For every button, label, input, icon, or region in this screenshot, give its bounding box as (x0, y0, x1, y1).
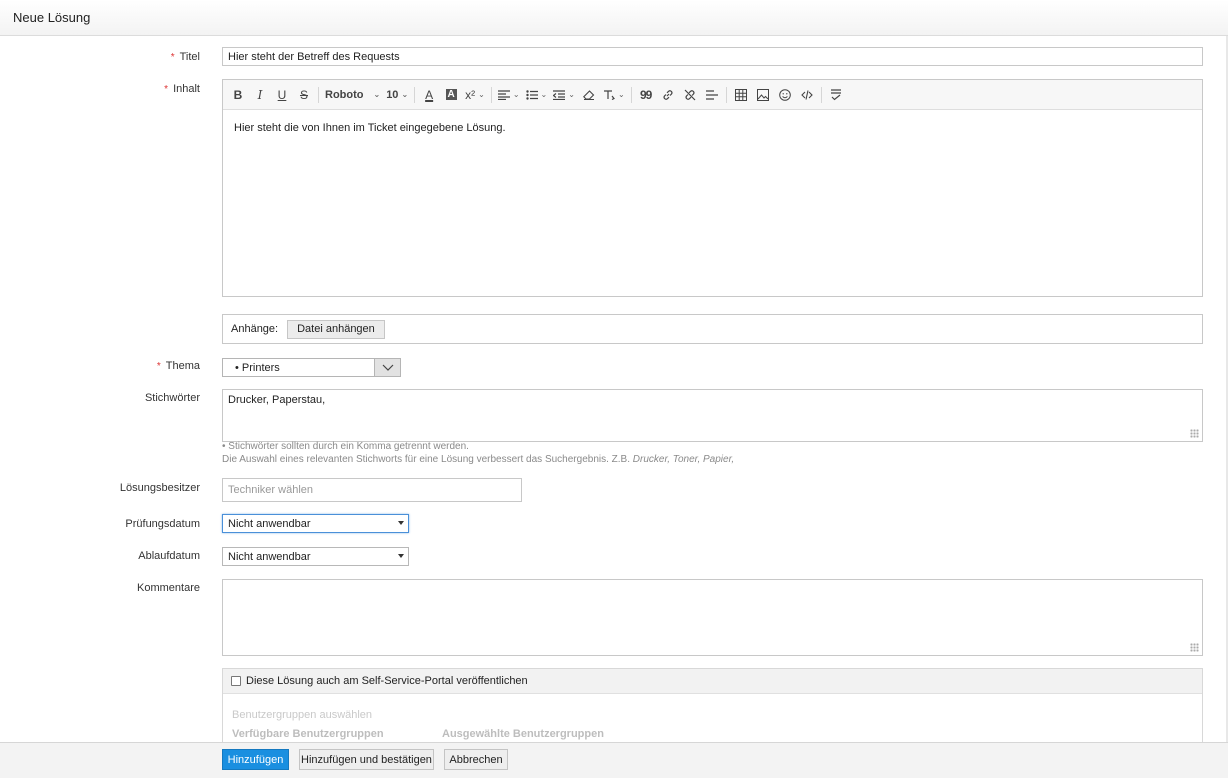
table-icon (734, 88, 747, 101)
toolbar-separator (414, 86, 416, 103)
cancel-button[interactable]: Abbrechen (444, 749, 508, 770)
dialog-title: Neue Lösung (13, 10, 91, 25)
caret-down-icon (398, 554, 404, 558)
quote-button[interactable]: 99 (635, 84, 657, 106)
required-marker: * (164, 84, 169, 95)
keywords-textarea[interactable]: Drucker, Paperstau, (222, 389, 1203, 442)
chevron-down-icon: ⌄ (617, 90, 625, 99)
unlink-icon (684, 89, 696, 100)
add-and-approve-button[interactable]: Hinzufügen und bestätigen (299, 749, 434, 770)
review-date-select[interactable]: Nicht anwendbar (222, 514, 409, 533)
font-size-select[interactable]: 10 ⌄ (383, 84, 411, 106)
owner-label: Lösungsbesitzer (119, 482, 200, 494)
editor-toolbar: B I U S Roboto ⌄ 10 ⌄ A A x² ⌄ ⌄ ⌄ ⌄ ⌄ 9… (223, 80, 1202, 110)
toolbar-separator (490, 86, 492, 103)
link-icon (663, 89, 673, 100)
font-color-button[interactable]: A (418, 84, 440, 106)
horizontal-rule-button[interactable] (701, 84, 723, 106)
review-date-label: Prüfungsdatum (125, 518, 200, 530)
owner-input[interactable]: Techniker wählen (222, 478, 522, 502)
comments-label: Kommentare (137, 582, 200, 594)
toolbar-separator (318, 86, 319, 103)
link-button[interactable] (657, 84, 679, 106)
image-icon (756, 88, 769, 101)
text-height-icon (603, 89, 615, 100)
title-input[interactable]: Hier steht der Betreff des Requests (222, 47, 1203, 66)
resize-grip-icon[interactable] (1190, 643, 1199, 652)
add-button[interactable]: Hinzufügen (222, 749, 289, 770)
available-groups-label: Verfügbare Benutzergruppen (232, 728, 384, 740)
editor-content[interactable]: Hier steht die von Ihnen im Ticket einge… (223, 110, 1202, 146)
list-button[interactable]: ⌄ (523, 84, 551, 106)
usergroups-label: Benutzergruppen auswählen (232, 709, 373, 721)
chevron-down-icon: ⌄ (478, 90, 485, 99)
emoji-button[interactable] (774, 84, 796, 106)
clear-format-button[interactable] (578, 84, 600, 106)
required-marker: * (170, 52, 175, 63)
chevron-down-icon: ⌄ (512, 90, 520, 99)
superscript-button[interactable]: x² ⌄ (462, 84, 488, 106)
publish-header: Diese Lösung auch am Self-Service-Portal… (223, 669, 1202, 694)
bullet-list-icon (525, 89, 538, 100)
rich-text-editor: B I U S Roboto ⌄ 10 ⌄ A A x² ⌄ ⌄ ⌄ ⌄ ⌄ 9… (222, 79, 1203, 297)
horizontal-rule-icon (705, 89, 718, 100)
spellcheck-icon (830, 88, 841, 100)
attach-file-button[interactable]: Datei anhängen (287, 319, 385, 339)
underline-button[interactable]: U (271, 84, 293, 106)
code-button[interactable] (796, 84, 818, 106)
code-icon (800, 89, 813, 100)
strikethrough-button[interactable]: S (293, 84, 315, 106)
keywords-hint-1: • Stichwörter sollten durch ein Komma ge… (222, 441, 469, 452)
unlink-button[interactable] (679, 84, 701, 106)
publish-section: Diese Lösung auch am Self-Service-Portal… (222, 668, 1203, 742)
theme-select[interactable]: • Printers (222, 358, 401, 377)
background-color-button[interactable]: A (440, 84, 462, 106)
font-family-select[interactable]: Roboto ⌄ (322, 84, 383, 106)
table-button[interactable] (730, 84, 752, 106)
chevron-down-icon[interactable] (374, 359, 400, 376)
attachments-box: Anhänge: Datei anhängen (222, 314, 1203, 344)
chevron-down-icon: ⌄ (568, 90, 575, 99)
expiry-date-select[interactable]: Nicht anwendbar (222, 547, 409, 566)
chevron-down-icon: ⌄ (540, 90, 548, 99)
align-button[interactable]: ⌄ (495, 84, 523, 106)
keywords-hint-2: Die Auswahl eines relevanten Stichworts … (222, 454, 735, 465)
line-height-button[interactable]: ⌄ (600, 84, 628, 106)
attachments-label: Anhänge: (231, 323, 279, 335)
keywords-label: Stichwörter (144, 392, 200, 404)
outdent-icon (553, 89, 566, 100)
spellcheck-button[interactable] (825, 84, 847, 106)
toolbar-separator (725, 86, 727, 103)
toolbar-separator (630, 86, 632, 103)
dialog-header: Neue Lösung (0, 0, 1228, 36)
resize-grip-icon[interactable] (1190, 429, 1199, 438)
image-button[interactable] (752, 84, 774, 106)
chevron-down-icon: ⌄ (401, 90, 409, 99)
title-label: * Titel (170, 51, 200, 63)
publish-label: Diese Lösung auch am Self-Service-Portal… (246, 675, 528, 687)
content-label: * Inhalt (164, 83, 200, 95)
theme-label: * Thema (156, 360, 200, 372)
comments-textarea[interactable] (222, 579, 1203, 656)
expiry-date-label: Ablaufdatum (138, 550, 200, 562)
caret-down-icon (398, 521, 404, 525)
form-area: * Titel Hier steht der Betreff des Reques… (0, 36, 1228, 742)
toolbar-separator (820, 86, 822, 103)
indent-button[interactable]: ⌄ (550, 84, 578, 106)
bold-button[interactable]: B (227, 84, 249, 106)
eraser-icon (582, 89, 595, 100)
smiley-icon (778, 88, 791, 101)
theme-value: • Printers (235, 361, 280, 374)
selected-groups-label: Ausgewählte Benutzergruppen (442, 728, 604, 740)
chevron-down-icon: ⌄ (373, 90, 381, 99)
italic-button[interactable]: I (249, 84, 271, 106)
align-left-icon (497, 89, 510, 100)
publish-checkbox[interactable] (231, 676, 241, 686)
required-marker: * (156, 361, 161, 372)
footer-bar: Hinzufügen Hinzufügen und bestätigen Abb… (0, 742, 1228, 778)
